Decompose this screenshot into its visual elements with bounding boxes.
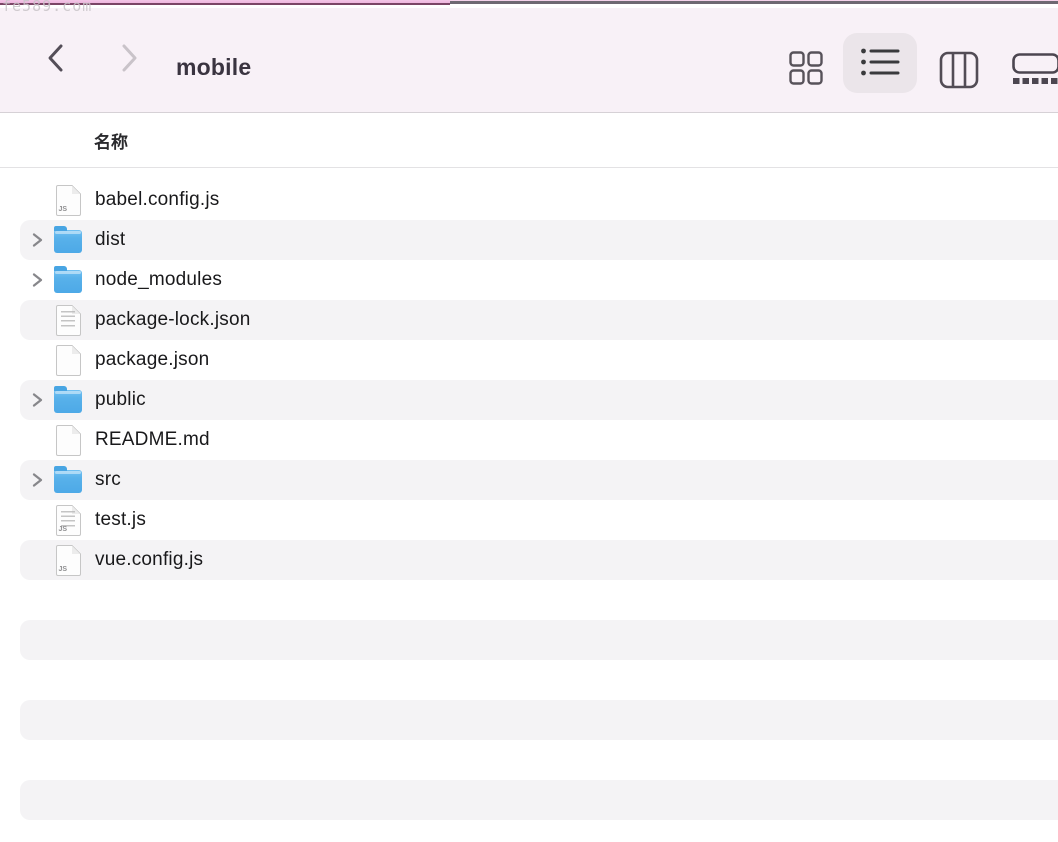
js-file-icon: JS [56, 545, 81, 576]
file-row[interactable]: src [0, 460, 1058, 500]
file-icon-slot: JS [54, 185, 82, 216]
document-icon [56, 425, 81, 456]
empty-row [0, 780, 1058, 820]
js-file-icon: JS [56, 505, 81, 536]
file-icon-slot [54, 227, 82, 253]
file-row[interactable]: node_modules [0, 260, 1058, 300]
chevron-spacer [31, 192, 54, 208]
file-name: public [95, 389, 146, 411]
file-row[interactable]: package.json [0, 340, 1058, 380]
empty-row [0, 620, 1058, 660]
empty-row [0, 740, 1058, 780]
empty-row [0, 580, 1058, 620]
file-row[interactable]: JS test.js [0, 500, 1058, 540]
document-icon [56, 305, 81, 336]
watermark-url: fe589.com [2, 0, 92, 15]
column-view-icon [939, 77, 979, 92]
file-row[interactable]: package-lock.json [0, 300, 1058, 340]
forward-button[interactable] [116, 42, 142, 74]
empty-row [0, 700, 1058, 740]
file-icon-slot: JS [54, 545, 82, 576]
folder-icon [54, 470, 82, 493]
file-name: package-lock.json [95, 309, 250, 331]
name-column-header[interactable]: 名称 [94, 128, 128, 153]
folder-icon [54, 390, 82, 413]
finder-window: fe589.com 5zki mobile [0, 0, 1058, 842]
file-name: README.md [95, 429, 210, 451]
js-badge: JS [59, 206, 68, 213]
file-icon-slot [54, 267, 82, 293]
js-file-icon: JS [56, 185, 81, 216]
list-view-button-selected[interactable] [843, 33, 917, 93]
text-lines [61, 311, 75, 328]
list-header: 名称 [0, 113, 1058, 168]
file-row[interactable]: README.md [0, 420, 1058, 460]
chevron-spacer [31, 512, 54, 528]
file-list: JS babel.config.js dist node_modulespackage… [0, 168, 1058, 842]
file-icon-slot [54, 467, 82, 493]
empty-row [0, 660, 1058, 700]
file-row[interactable]: JS babel.config.js [0, 180, 1058, 220]
folder-icon [54, 230, 82, 253]
chevron-spacer [31, 552, 54, 568]
js-badge: JS [59, 566, 68, 573]
chevron-left-icon [43, 62, 69, 77]
file-row[interactable]: JS vue.config.js [0, 540, 1058, 580]
disclosure-chevron-icon[interactable] [31, 232, 54, 248]
file-name: babel.config.js [95, 189, 219, 211]
file-name: src [95, 469, 121, 491]
window-title: mobile [176, 54, 251, 81]
file-icon-slot [54, 305, 82, 336]
file-icon-slot: JS [54, 505, 82, 536]
file-icon-slot [54, 387, 82, 413]
back-button[interactable] [43, 42, 69, 74]
column-view-button[interactable] [939, 51, 979, 89]
file-name: package.json [95, 349, 209, 371]
grid-view-button[interactable] [788, 50, 824, 86]
file-name: test.js [95, 509, 146, 531]
file-row[interactable]: public [0, 380, 1058, 420]
file-icon-slot [54, 425, 82, 456]
folded-corner [72, 345, 81, 354]
chevron-spacer [31, 352, 54, 368]
js-badge: JS [59, 526, 68, 533]
toolbar: mobile [0, 8, 1058, 113]
disclosure-chevron-icon[interactable] [31, 392, 54, 408]
top-edge-right [450, 0, 1058, 4]
window-top-edge [0, 0, 1058, 8]
chevron-spacer [31, 312, 54, 328]
document-icon [56, 345, 81, 376]
folded-corner [72, 185, 81, 194]
file-name: vue.config.js [95, 549, 203, 571]
file-name: dist [95, 229, 125, 251]
chevron-right-icon [116, 62, 142, 77]
disclosure-chevron-icon[interactable] [31, 472, 54, 488]
gallery-view-button[interactable] [1012, 53, 1058, 85]
folder-icon [54, 270, 82, 293]
file-row[interactable]: dist [0, 220, 1058, 260]
list-view-icon [860, 47, 900, 80]
folded-corner [72, 425, 81, 434]
file-name: node_modules [95, 269, 222, 291]
folded-corner [72, 545, 81, 554]
file-icon-slot [54, 345, 82, 376]
chevron-spacer [31, 432, 54, 448]
disclosure-chevron-icon[interactable] [31, 272, 54, 288]
gallery-view-icon [1012, 73, 1058, 88]
grid-view-icon [788, 74, 824, 89]
